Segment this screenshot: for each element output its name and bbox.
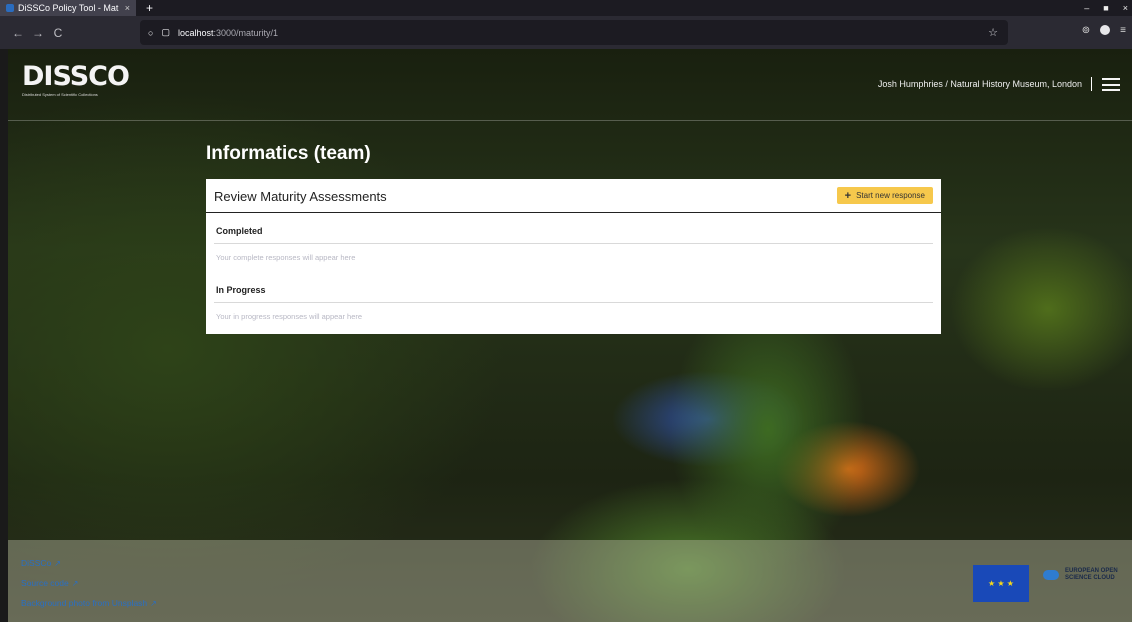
app-menu-icon[interactable]: ≡: [1120, 25, 1126, 36]
browser-tab-bar: DiSSCo Policy Tool - Mat × + – ■ ×: [0, 0, 1132, 16]
forward-button[interactable]: →: [28, 26, 48, 40]
completed-placeholder: Your complete responses will appear here: [216, 253, 356, 262]
browser-nav-bar: ← → C ○ ▢ localhost:3000/maturity/1 ☆ ⊚ …: [0, 16, 1132, 49]
user-info[interactable]: Josh Humphries / Natural History Museum,…: [878, 79, 1082, 89]
external-link-icon: ↗: [150, 598, 157, 608]
page: DISSCO Distributed System of Scientific …: [8, 49, 1132, 622]
start-button-label: Start new response: [856, 191, 925, 200]
footer-link-dissco[interactable]: DiSSCo ↗: [21, 558, 61, 568]
cloud-icon: [1043, 570, 1059, 580]
dissco-logo[interactable]: DISSCO Distributed System of Scientific …: [22, 61, 130, 97]
external-link-icon: ↗: [54, 558, 61, 568]
account-icon[interactable]: [1100, 25, 1111, 35]
url-path: :3000/maturity/1: [213, 27, 279, 38]
footer-link-unsplash[interactable]: Background photo from Unsplash ↗: [21, 598, 157, 608]
in-progress-title: In Progress: [216, 285, 266, 295]
footer-link-label: DiSSCo: [21, 558, 52, 568]
logo-tagline: Distributed System of Scientific Collect…: [22, 92, 98, 97]
in-progress-placeholder: Your in progress responses will appear h…: [216, 312, 363, 321]
close-window-button[interactable]: ×: [1123, 3, 1128, 13]
external-link-icon: ↗: [71, 578, 79, 588]
completed-title: Completed: [216, 226, 263, 236]
section-divider: [214, 302, 933, 303]
logo-mark: DISSCO: [22, 61, 130, 92]
window-controls: – ■ ×: [1084, 0, 1128, 16]
star-icon[interactable]: ☆: [988, 26, 998, 39]
eosc-line-2: SCIENCE CLOUD: [1065, 575, 1115, 581]
favicon-icon: [6, 4, 14, 12]
plus-icon: +: [844, 189, 852, 202]
card-header: Review Maturity Assessments + Start new …: [206, 179, 941, 213]
maximize-button[interactable]: ■: [1103, 3, 1108, 13]
url-host: localhost: [177, 27, 214, 38]
card-title: Review Maturity Assessments: [214, 189, 387, 204]
eu-flag-logo: ★ ★ ★: [973, 565, 1029, 602]
assessments-card: Review Maturity Assessments + Start new …: [206, 179, 941, 334]
start-new-response-button[interactable]: + Start new response: [836, 187, 933, 204]
browser-tab[interactable]: DiSSCo Policy Tool - Mat ×: [0, 0, 136, 16]
eu-stars: ★ ★ ★: [988, 579, 1014, 588]
eosc-logo: EUROPEAN OPEN SCIENCE CLOUD: [1043, 568, 1118, 582]
hamburger-icon[interactable]: [1102, 78, 1120, 91]
page-title: Informatics (team): [206, 143, 371, 164]
back-button[interactable]: ←: [8, 26, 28, 40]
footer-link-label: Background photo from Unsplash: [21, 598, 148, 608]
tab-close-icon[interactable]: ×: [125, 3, 130, 13]
url-bar[interactable]: ○ ▢ localhost:3000/maturity/1 ☆: [140, 20, 1008, 45]
tab-title: DiSSCo Policy Tool - Mat: [18, 3, 119, 13]
toolbar-right: ⊚ ≡: [1082, 25, 1126, 36]
header-divider: [1091, 77, 1092, 91]
page-icon: ▢: [161, 27, 170, 37]
new-tab-button[interactable]: +: [146, 1, 153, 15]
section-divider: [214, 243, 933, 244]
eosc-line-1: EUROPEAN OPEN: [1065, 568, 1118, 574]
footer-link-source-code[interactable]: Source code ↗: [21, 578, 78, 588]
pocket-icon[interactable]: ⊚: [1082, 25, 1090, 36]
site-footer: DiSSCo ↗ Source code ↗ Background photo …: [8, 540, 1132, 622]
minimize-button[interactable]: –: [1084, 3, 1089, 13]
site-header: DISSCO Distributed System of Scientific …: [8, 49, 1132, 121]
footer-link-label: Source code: [21, 578, 69, 588]
reload-button[interactable]: C: [48, 26, 68, 40]
shield-icon[interactable]: ○: [148, 28, 153, 38]
